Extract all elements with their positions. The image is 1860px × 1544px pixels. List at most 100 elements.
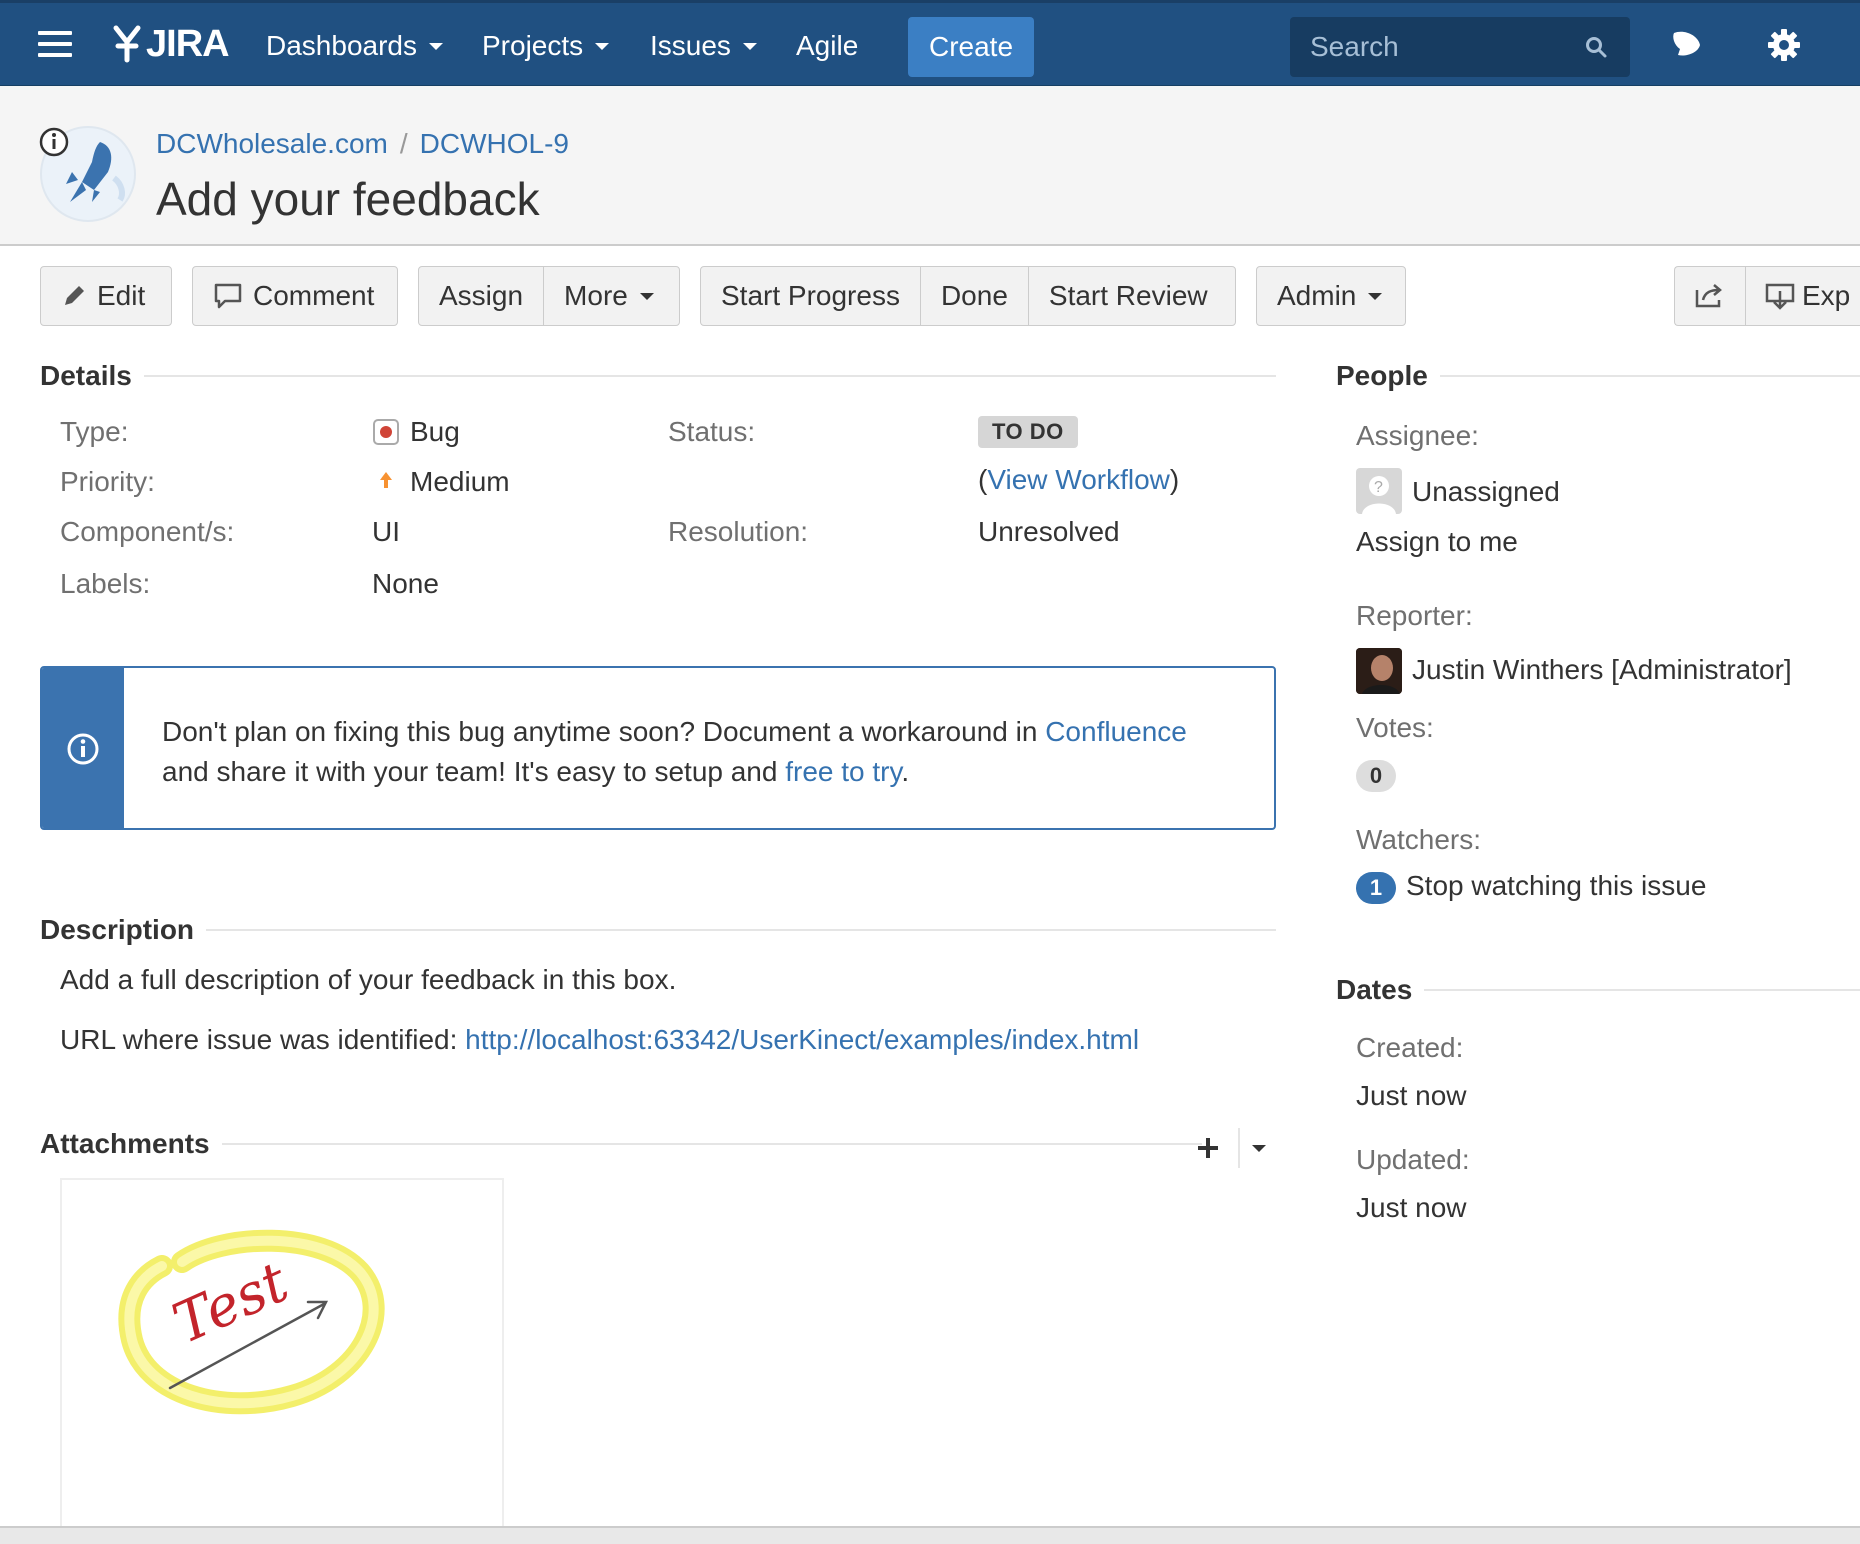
description-url-line: URL where issue was identified: http://l… — [60, 1024, 1139, 1056]
description-url-link[interactable]: http://localhost:63342/UserKinect/exampl… — [465, 1024, 1139, 1055]
info-message-period: . — [901, 756, 910, 787]
labels-label: Labels: — [60, 568, 151, 599]
reporter-avatar — [1356, 648, 1402, 694]
labels-value: None — [372, 568, 439, 599]
reporter-photo — [1356, 648, 1402, 694]
jira-logo[interactable]: JIRA — [112, 21, 230, 67]
chevron-down-icon — [742, 42, 757, 50]
free-to-try-link[interactable]: free to try — [785, 756, 901, 787]
status-label: Status: — [668, 416, 756, 447]
edit-button[interactable]: Edit — [40, 266, 172, 326]
resolution-label: Resolution: — [668, 516, 809, 547]
details-title: Details — [40, 360, 132, 391]
created-label: Created: — [1356, 1032, 1464, 1063]
priority-label: Priority: — [60, 466, 155, 497]
dates-section-header[interactable]: Dates — [1336, 974, 1860, 1006]
nav-dashboards[interactable]: Dashboards — [266, 17, 443, 75]
export-button[interactable]: Exp — [1746, 267, 1850, 325]
description-section-header[interactable]: Description — [40, 914, 1276, 946]
attachments-section-header[interactable]: Attachments — [40, 1128, 1202, 1160]
divider — [1439, 375, 1860, 377]
info-message-line1: Don't plan on fixing this bug anytime so… — [162, 716, 1046, 747]
create-button[interactable]: Create — [908, 17, 1034, 77]
attachment-options-dropdown[interactable] — [1252, 1145, 1266, 1152]
breadcrumb: DCWholesale.com / DCWHOL-9 — [156, 128, 569, 160]
people-title: People — [1336, 360, 1428, 391]
reporter-label: Reporter: — [1356, 600, 1473, 631]
nav-issues-label: Issues — [650, 30, 731, 61]
attachments-title: Attachments — [40, 1128, 210, 1159]
attachment-thumbnail[interactable]: Test — [60, 1178, 504, 1544]
updated-value: Just now — [1356, 1192, 1467, 1223]
top-navigation-bar: JIRA Dashboards Projects Issues Agile Cr… — [0, 0, 1860, 86]
description-text[interactable]: Add a full description of your feedback … — [60, 964, 676, 996]
type-value-text: Bug — [410, 416, 460, 447]
details-section-header[interactable]: Details — [40, 360, 1276, 392]
search-icon[interactable] — [1584, 35, 1608, 59]
settings-menu[interactable] — [1766, 27, 1810, 63]
app-switcher-menu-icon[interactable] — [38, 31, 72, 59]
assign-button[interactable]: Assign — [419, 267, 545, 325]
assignee-label: Assignee: — [1356, 420, 1479, 451]
view-workflow-link[interactable]: View Workflow — [987, 464, 1170, 495]
start-progress-button[interactable]: Start Progress — [701, 267, 921, 325]
type-value: Bug — [372, 416, 460, 448]
arrow-up-priority-icon — [380, 472, 392, 488]
comment-button[interactable]: Comment — [192, 266, 398, 326]
components-label: Component/s: — [60, 516, 235, 547]
user-placeholder-icon: ? — [1362, 476, 1396, 514]
resolution-value: Unresolved — [978, 516, 1120, 547]
info-message-line2: and share it with your team! It's easy t… — [162, 756, 786, 787]
bug-icon — [373, 419, 399, 445]
add-attachment-icon[interactable] — [1196, 1136, 1220, 1160]
share-export-group: Exp — [1674, 266, 1860, 326]
description-title: Description — [40, 914, 195, 945]
assign-more-group: Assign More — [418, 266, 680, 326]
reporter-value[interactable]: Justin Winthers [Administrator] — [1412, 654, 1792, 686]
done-button[interactable]: Done — [921, 267, 1029, 325]
watchers-count-badge[interactable]: 1 — [1356, 872, 1396, 904]
votes-count-badge[interactable]: 0 — [1356, 760, 1396, 792]
jira-logo-icon — [113, 25, 141, 63]
breadcrumb-issue-key-link[interactable]: DCWHOL-9 — [420, 128, 569, 159]
nav-projects[interactable]: Projects — [482, 17, 610, 75]
assignee-value: Unassigned — [1412, 476, 1560, 507]
more-button[interactable]: More — [544, 267, 674, 325]
breadcrumb-project-link[interactable]: DCWholesale.com — [156, 128, 388, 159]
share-button[interactable] — [1675, 267, 1746, 325]
confluence-info-message: Don't plan on fixing this bug anytime so… — [40, 666, 1276, 830]
breadcrumb-separator: / — [399, 128, 408, 159]
nav-dashboards-label: Dashboards — [266, 30, 417, 61]
people-section-header[interactable]: People — [1336, 360, 1860, 392]
issue-summary[interactable]: Add your feedback — [156, 172, 540, 226]
divider — [206, 929, 1276, 931]
bottom-bar — [0, 1526, 1860, 1544]
issue-header: DCWholesale.com / DCWHOL-9 Add your feedba… — [0, 86, 1860, 246]
start-review-button[interactable]: Start Review — [1029, 267, 1228, 325]
created-value: Just now — [1356, 1080, 1467, 1111]
export-icon — [1765, 283, 1795, 310]
priority-value-text: Medium — [410, 466, 510, 497]
info-icon[interactable] — [38, 126, 70, 158]
status-badge: TO DO — [978, 416, 1078, 448]
search-input[interactable]: Search — [1290, 17, 1630, 77]
admin-button[interactable]: Admin — [1256, 266, 1406, 326]
info-message-text: Don't plan on fixing this bug anytime so… — [162, 712, 1187, 792]
logo-text: JIRA — [146, 22, 230, 65]
nav-agile[interactable]: Agile — [796, 17, 858, 75]
share-icon — [1695, 284, 1722, 308]
chevron-down-icon — [1368, 292, 1383, 300]
info-icon — [67, 733, 99, 765]
description-url-label: URL where issue was identified: — [60, 1024, 466, 1055]
component-ui-link[interactable]: UI — [372, 516, 400, 548]
svg-text:?: ? — [1374, 479, 1383, 496]
help-menu[interactable] — [1670, 27, 1712, 61]
gear-icon — [1768, 29, 1800, 61]
assign-to-me-link[interactable]: Assign to me — [1356, 526, 1518, 558]
attachment-sketch-image: Test — [118, 1229, 385, 1415]
nav-issues[interactable]: Issues — [650, 17, 757, 75]
more-button-label: More — [564, 280, 628, 311]
confluence-link[interactable]: Confluence — [1045, 716, 1187, 747]
divider — [221, 1143, 1202, 1145]
stop-watching-link[interactable]: Stop watching this issue — [1406, 870, 1706, 902]
